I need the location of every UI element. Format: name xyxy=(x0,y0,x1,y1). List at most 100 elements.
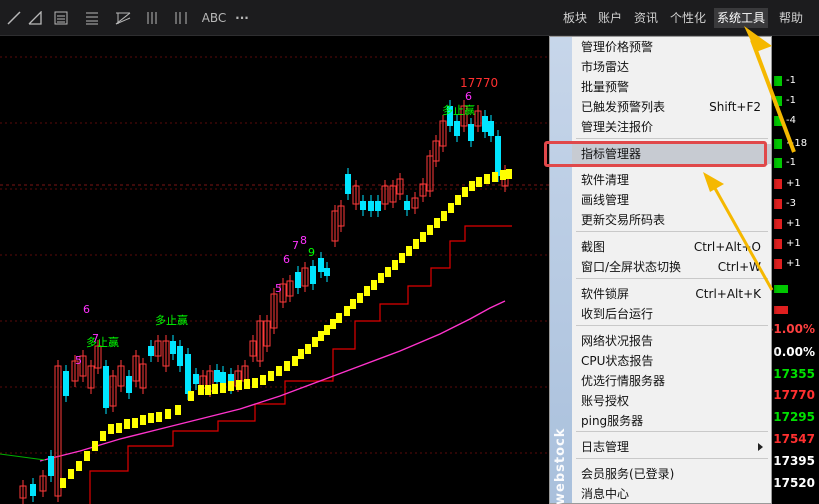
trail-stop-marker xyxy=(188,391,194,401)
list-block-icon[interactable] xyxy=(84,9,100,27)
menu-item[interactable]: 账号授权 xyxy=(572,391,771,411)
quote-value: 17295 xyxy=(773,410,815,424)
candle-down xyxy=(148,346,154,356)
trail-stop-marker xyxy=(455,195,461,205)
vertical-lines-icon[interactable] xyxy=(145,9,159,27)
candle-down xyxy=(482,116,488,132)
menu-item[interactable]: 收到后台运行 xyxy=(572,304,771,324)
menu-item-label: 批量预警 xyxy=(581,80,630,94)
menu-item[interactable]: ping服务器 xyxy=(572,411,771,431)
cycle-lines-icon[interactable] xyxy=(174,9,188,27)
menu-item-label: 账号授权 xyxy=(581,394,630,408)
candle-down xyxy=(48,456,54,476)
trail-stop-marker xyxy=(165,409,171,419)
trail-stop-marker xyxy=(427,225,433,235)
trail-stop-marker xyxy=(434,218,440,228)
candle-down xyxy=(468,124,474,141)
volume-bar xyxy=(774,285,788,293)
trail-stop-marker xyxy=(212,384,218,394)
menu-system-tools[interactable]: 系统工具 xyxy=(714,8,769,28)
quote-side-panel: -1 -1 -4 +18 -1 +1 -3 +1 +1 +1/-1.00% 0.00% 17355 17… xyxy=(764,36,819,504)
menu-item[interactable]: 已触发预警列表 Shift+F2 xyxy=(572,97,771,117)
menu-news[interactable]: 资讯 xyxy=(631,8,661,28)
menu-item[interactable]: 管理价格预警 xyxy=(572,37,771,57)
menu-item-label: 截图 xyxy=(581,240,606,254)
change-tag: +1 xyxy=(774,179,801,189)
menu-item[interactable]: 消息中心 xyxy=(572,484,771,504)
candle-down xyxy=(454,121,460,136)
candle-down xyxy=(214,370,220,382)
menu-separator xyxy=(576,431,768,432)
trail-stop-marker xyxy=(378,273,384,283)
trail-stop-marker xyxy=(68,469,74,479)
menu-item[interactable]: 会员服务(已登录) xyxy=(572,464,771,484)
menu-item[interactable]: 管理关注报价 xyxy=(572,117,771,137)
menu-item[interactable]: 更新交易所码表 xyxy=(572,210,771,230)
candle-down xyxy=(375,201,381,211)
trail-stop-marker xyxy=(100,431,106,441)
menu-item[interactable]: 日志管理 xyxy=(572,437,771,457)
sequence-label: 6 xyxy=(83,303,90,316)
trail-stop-marker xyxy=(124,419,130,429)
change-tag: +1 xyxy=(774,239,801,249)
abc-text-tool[interactable]: ABC xyxy=(201,9,227,27)
trail-stop-marker xyxy=(140,415,146,425)
trail-stop-marker xyxy=(268,371,274,381)
angle-tool-icon[interactable] xyxy=(27,9,43,27)
trail-stop-marker xyxy=(236,380,242,390)
text-block-icon[interactable] xyxy=(53,9,69,27)
candle-down xyxy=(170,341,176,354)
menu-separator xyxy=(576,278,768,279)
trail-stop-marker xyxy=(298,349,304,359)
trail-stop-marker xyxy=(336,313,342,323)
sequence-label: 5 xyxy=(275,282,282,295)
menu-item[interactable]: 网络状况报告 xyxy=(572,331,771,351)
candle-down xyxy=(310,266,316,284)
trail-stop-marker xyxy=(392,260,398,270)
sequence-label: 9 xyxy=(308,246,315,259)
menu-item[interactable]: CPU状态报告 xyxy=(572,351,771,371)
menu-item[interactable]: 批量预警 xyxy=(572,77,771,97)
menu-separator xyxy=(576,138,768,139)
candle-down xyxy=(185,354,191,394)
menu-item[interactable]: 软件清理 xyxy=(572,170,771,190)
candle-down xyxy=(345,174,351,194)
trail-stop-marker xyxy=(506,169,512,179)
candle-down xyxy=(360,201,366,210)
candle-down xyxy=(193,374,199,384)
menu-item[interactable]: 优选行情服务器 xyxy=(572,371,771,391)
signal-label: 多止赢 xyxy=(86,335,119,349)
menu-separator xyxy=(576,458,768,459)
menu-help[interactable]: 帮助 xyxy=(776,8,806,28)
candle-down xyxy=(177,346,183,366)
menu-account[interactable]: 账户 xyxy=(595,8,625,28)
menu-item[interactable]: 截图 Ctrl+Alt+O xyxy=(572,237,771,257)
system-tools-dropdown: webstock 管理价格预警 市场雷达 批量预警 已触发预警列表 Shift+F2 管理… xyxy=(549,36,772,504)
toolbar: ABC ··· 板块 账户 资讯 个性化 系统工具 帮助 xyxy=(0,0,819,36)
trail-stop-marker xyxy=(406,246,412,256)
menu-personalize[interactable]: 个性化 xyxy=(667,8,709,28)
trail-stop-marker xyxy=(148,413,154,423)
line-tool-icon[interactable] xyxy=(6,9,22,27)
more-tools-icon[interactable]: ··· xyxy=(232,9,252,27)
candle-down xyxy=(126,376,132,393)
fan-tool-icon[interactable] xyxy=(114,9,132,27)
trail-stop-marker xyxy=(500,170,506,180)
trail-stop-marker xyxy=(292,356,298,366)
menu-item[interactable]: 窗口/全屏状态切换 Ctrl+W xyxy=(572,257,771,277)
menu-item[interactable]: 软件锁屏 Ctrl+Alt+K xyxy=(572,284,771,304)
menu-item[interactable]: 画线管理 xyxy=(572,190,771,210)
sequence-label: 8 xyxy=(300,234,307,247)
trail-stop-marker xyxy=(364,286,370,296)
sequence-label: 7 xyxy=(292,239,299,252)
menu-item[interactable]: 市场雷达 xyxy=(572,57,771,77)
trail-stop-marker xyxy=(284,361,290,371)
change-tag: -1 xyxy=(774,96,796,106)
candle-down xyxy=(404,201,410,210)
menu-sector[interactable]: 板块 xyxy=(560,8,590,28)
candle-down xyxy=(324,268,330,276)
trail-stop-marker xyxy=(399,253,405,263)
trail-stop-marker xyxy=(385,267,391,277)
trail-stop-marker xyxy=(324,325,330,335)
menu-separator xyxy=(576,325,768,326)
